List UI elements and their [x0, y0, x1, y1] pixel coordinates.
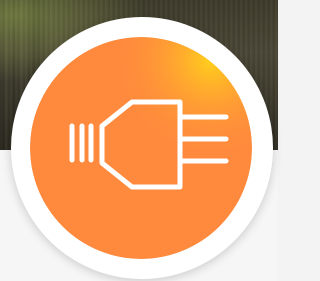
icon-badge: [30, 37, 252, 259]
badge-graphic: [30, 37, 252, 259]
badge-highlight: [30, 37, 252, 259]
